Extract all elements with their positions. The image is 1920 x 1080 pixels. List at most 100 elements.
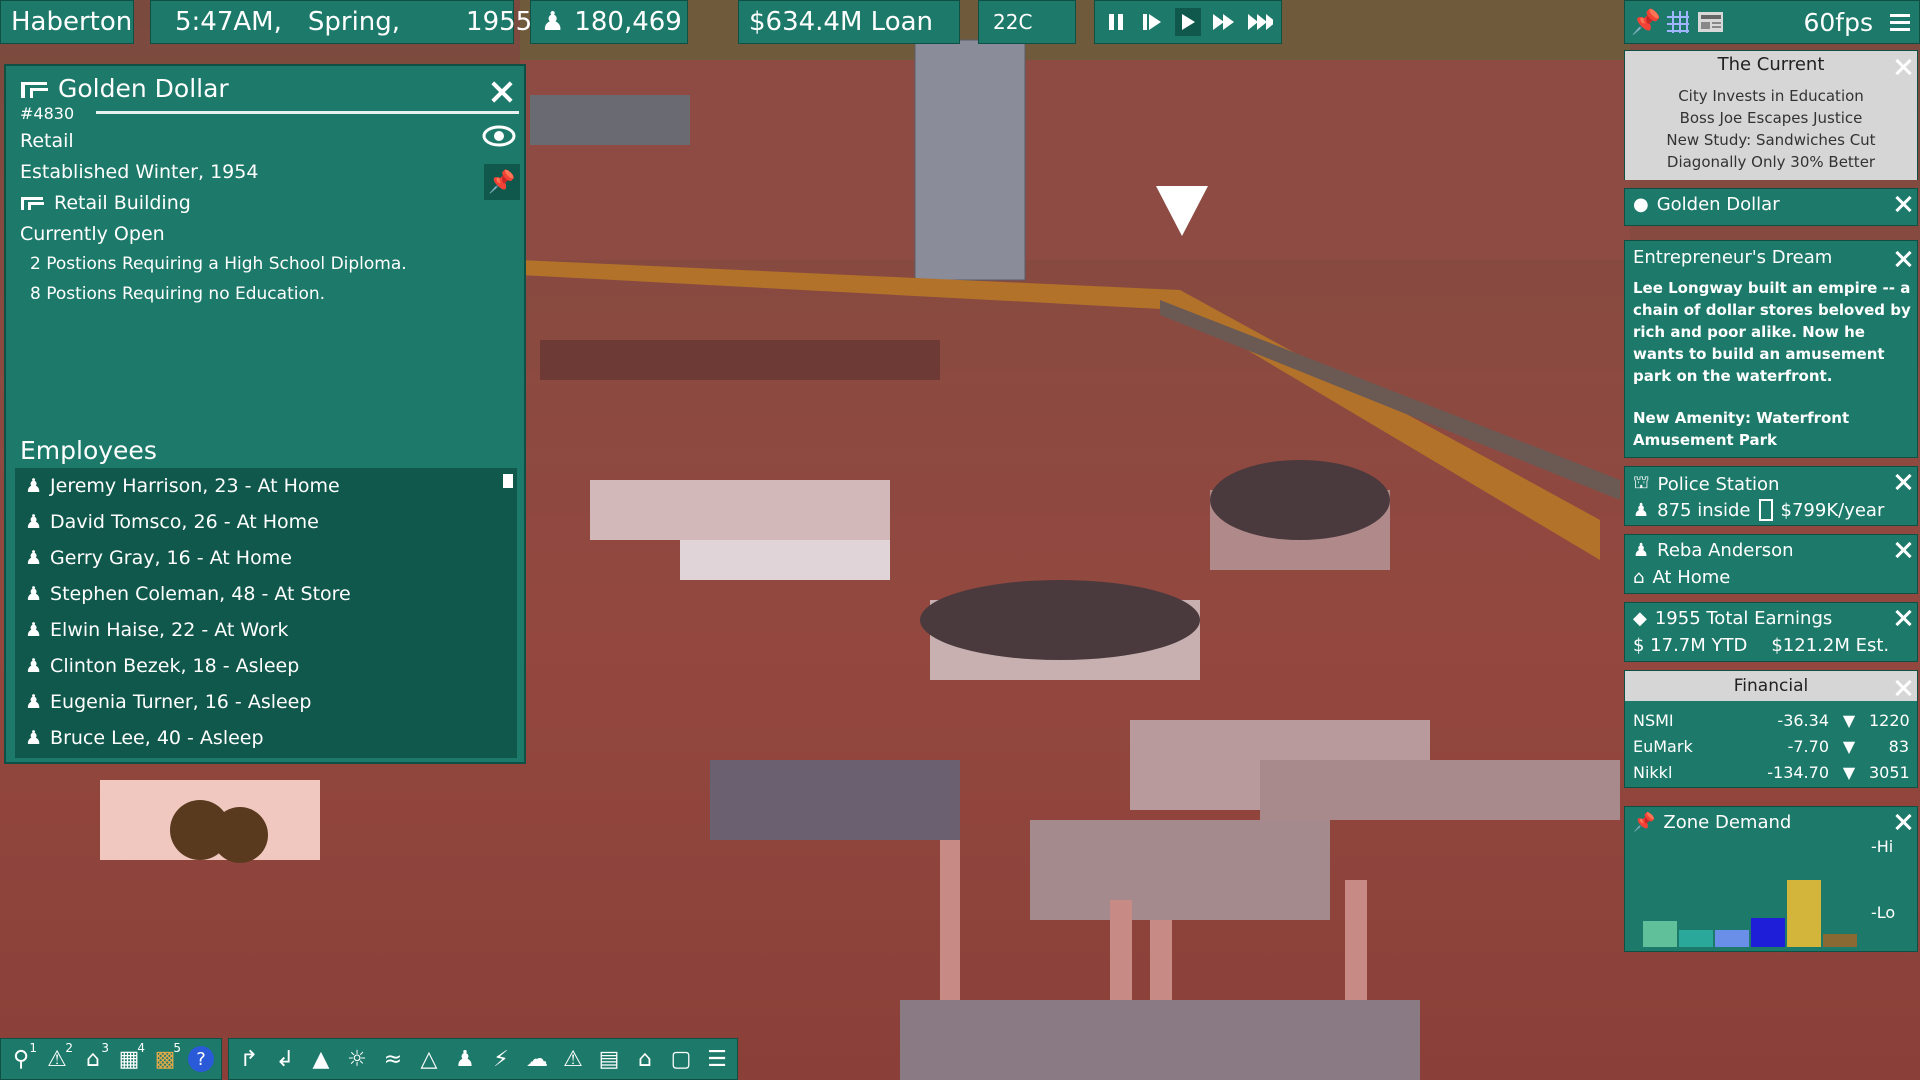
position-requirement-2: 8 Postions Requiring no Education. <box>30 284 326 304</box>
pin-icon: 📌 <box>488 169 516 195</box>
building-type-row: Retail Building <box>20 192 191 214</box>
terrain-icon: ≈ <box>383 1046 403 1072</box>
fast-forward-icon <box>1213 14 1234 30</box>
zone-demand-header: 📌 Zone Demand <box>1633 812 1791 833</box>
pin-icon: 📌 <box>1631 8 1661 36</box>
close-panel-button[interactable] <box>488 78 516 106</box>
earnings-panel[interactable]: ◆ 1955 Total Earnings $ 17.7M YTD $121.2… <box>1624 602 1918 662</box>
headline[interactable]: New Study: Sandwiches Cut <box>1625 131 1917 149</box>
eye-icon <box>482 125 516 147</box>
police-occupancy: 875 inside <box>1657 499 1751 521</box>
loan: $634.4M Loan <box>749 7 934 37</box>
power-tool-button[interactable]: ⚡ <box>487 1045 515 1073</box>
car-tool-button[interactable]: ▢ <box>667 1045 695 1073</box>
trash-icon: ▤ <box>598 1046 620 1072</box>
down-arrow-icon: ▼ <box>1842 763 1856 782</box>
employee-row[interactable]: ♟ Gerry Gray, 16 - At Home <box>25 540 292 576</box>
fastest-speed-button[interactable] <box>1247 8 1273 36</box>
earnings-values: $ 17.7M YTD $121.2M Est. <box>1633 635 1889 656</box>
stock-row: Nikkl -134.70 ▼ 3051 <box>1633 763 1910 782</box>
story-panel[interactable]: Entrepreneur's Dream Lee Longway built a… <box>1624 240 1918 458</box>
close-tracker-button[interactable] <box>1893 194 1913 214</box>
house-tool-button[interactable]: ⌂ <box>631 1045 659 1073</box>
police-header: ⛫ Police Station <box>1633 472 1779 496</box>
notes-tool-button[interactable]: ☰ <box>703 1045 731 1073</box>
weather-tool-button[interactable]: ☁ <box>523 1045 551 1073</box>
golden-dollar-tracker[interactable]: ● Golden Dollar <box>1624 188 1918 226</box>
slow-speed-button[interactable] <box>1139 8 1165 36</box>
person-icon: ♟ <box>1633 540 1650 561</box>
normal-speed-button[interactable] <box>1175 8 1201 36</box>
close-police-button[interactable] <box>1893 472 1913 492</box>
rail-tool-button[interactable]: ▲ <box>307 1045 335 1073</box>
person-icon: ♟ <box>25 655 43 677</box>
police-station-panel[interactable]: ⛫ Police Station ♟ 875 inside $799K/year <box>1624 466 1918 526</box>
financial-panel[interactable]: Financial NSMI -36.34 ▼ 1220 EuMark -7.7… <box>1624 670 1918 788</box>
close-earnings-button[interactable] <box>1893 608 1913 628</box>
employee-row[interactable]: ♟ Bruce Lee, 40 - Asleep <box>25 720 264 756</box>
person-icon: ♟ <box>25 727 43 749</box>
office-tool-button[interactable]: ▦ 4 <box>115 1041 145 1073</box>
police-building-icon: ⛫ <box>1633 472 1650 493</box>
newspaper-button[interactable] <box>1697 8 1723 36</box>
menu-button[interactable] <box>1887 8 1913 36</box>
loan-box[interactable]: $634.4M Loan <box>738 0 960 44</box>
view-button[interactable] <box>482 124 516 152</box>
road-tool-button[interactable]: ↱ <box>235 1045 263 1073</box>
police-budget: $799K/year <box>1780 499 1885 521</box>
industry-tool-button[interactable]: ▩ 5 <box>151 1041 181 1073</box>
industrial-low-demand-bar <box>1787 880 1821 947</box>
employee-list[interactable]: ♟ Jeremy Harrison, 23 - At Home ♟ David To… <box>15 468 517 758</box>
alert-tool-button[interactable]: ⚠ <box>559 1045 587 1073</box>
search-tool-button[interactable]: ⚲ 1 <box>7 1041 37 1073</box>
employee-row[interactable]: ♟ David Tomsco, 26 - At Home <box>25 504 319 540</box>
employee-row[interactable]: ♟ Jeremy Harrison, 23 - At Home <box>25 468 340 504</box>
close-zone-demand-button[interactable] <box>1893 812 1913 832</box>
help-button[interactable]: ? <box>187 1045 215 1073</box>
headline[interactable]: City Invests in Education <box>1625 87 1917 105</box>
demand-lo-label: -Lo <box>1871 903 1896 922</box>
city-name-box[interactable]: Haberton <box>0 0 134 44</box>
close-financial-button[interactable] <box>1893 678 1913 698</box>
earnings-ytd: $ 17.7M YTD <box>1633 635 1748 656</box>
citizen-panel[interactable]: ♟ Reba Anderson ⌂ At Home <box>1624 534 1918 594</box>
person-icon: ♟ <box>25 547 43 569</box>
employee-row[interactable]: ♟ Stephen Coleman, 48 - At Store <box>25 576 351 612</box>
person-icon: ♟ <box>25 583 43 605</box>
pin-building-button[interactable]: 📌 <box>484 164 520 200</box>
scrollbar-thumb[interactable] <box>503 474 513 488</box>
fps-counter: 60fps <box>1803 7 1873 37</box>
zone-demand-panel[interactable]: 📌 Zone Demand -Hi -Lo <box>1624 806 1918 952</box>
amenity-tool-button[interactable]: ☼ <box>343 1045 371 1073</box>
coin-icon: ● <box>1633 194 1649 215</box>
zone-demand-title: Zone Demand <box>1663 812 1792 833</box>
employee-row[interactable]: ♟ Elwin Haise, 22 - At Work <box>25 612 288 648</box>
date-time-box[interactable]: 5:47AM, Spring, 1955 <box>150 0 532 44</box>
headline[interactable]: Boss Joe Escapes Justice <box>1625 109 1917 127</box>
newspaper-panel[interactable]: The Current City Invests in Education Bo… <box>1624 50 1918 180</box>
budget-bar-icon <box>1758 499 1773 521</box>
pause-button[interactable] <box>1103 8 1129 36</box>
employee-row[interactable]: ♟ Clinton Bezek, 18 - Asleep <box>25 648 299 684</box>
trash-tool-button[interactable]: ▤ <box>595 1045 623 1073</box>
play-icon <box>1182 14 1195 30</box>
temperature-box[interactable]: 22C <box>978 0 1076 44</box>
monument-tool-button[interactable]: △ <box>415 1045 443 1073</box>
employee-row[interactable]: ♟ Eugenia Turner, 16 - Asleep <box>25 684 311 720</box>
grid-button[interactable] <box>1665 8 1691 36</box>
population-box[interactable]: ♟ 180,469 <box>530 0 688 44</box>
time: 5:47AM, <box>175 7 282 37</box>
newspaper-icon <box>1698 12 1723 32</box>
close-citizen-button[interactable] <box>1893 540 1913 560</box>
fast-speed-button[interactable] <box>1211 8 1237 36</box>
terrain-tool-button[interactable]: ≈ <box>379 1045 407 1073</box>
people-tool-button[interactable]: ♟ <box>451 1045 479 1073</box>
close-story-button[interactable] <box>1893 249 1913 269</box>
headline[interactable]: Diagonally Only 30% Better <box>1625 153 1917 171</box>
pin-button[interactable]: 📌 <box>1631 8 1661 36</box>
warning-tool-button[interactable]: ⚠ 2 <box>43 1041 73 1073</box>
home-tool-button[interactable]: ⌂ 3 <box>79 1041 109 1073</box>
close-newspaper-button[interactable] <box>1893 57 1913 77</box>
street-tool-button[interactable]: ↲ <box>271 1045 299 1073</box>
money-icon: ◆ <box>1633 608 1647 629</box>
